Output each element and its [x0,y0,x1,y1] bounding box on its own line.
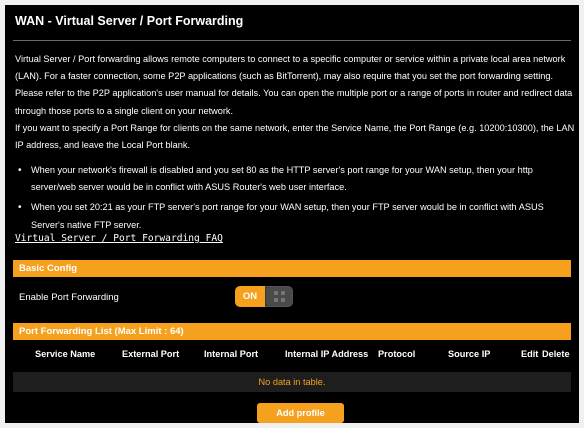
note-item: • When you set 20:21 as your FTP server'… [15,199,575,233]
table-header-row: Service Name External Port Internal Port… [13,346,571,364]
column-header-protocol: Protocol [378,349,416,359]
enable-port-forwarding-row: Enable Port Forwarding ON [13,281,571,315]
description-paragraph-2: If you want to specify a Port Range for … [15,122,575,151]
description-paragraph-1: Virtual Server / Port forwarding allows … [15,54,573,116]
enable-port-forwarding-label: Enable Port Forwarding [19,292,119,303]
column-header-source-ip: Source IP [448,349,491,359]
grip-icon [273,291,285,302]
title-divider [13,40,571,41]
note-item: • When your network's firewall is disabl… [15,162,575,196]
port-forwarding-panel: WAN - Virtual Server / Port Forwarding V… [5,5,579,423]
toggle-on-label: ON [235,286,265,307]
basic-config-header: Basic Config [13,260,571,277]
bullet-icon: • [18,202,22,214]
column-header-service-name: Service Name [35,349,96,359]
add-profile-button[interactable]: Add profile [257,403,344,423]
faq-link[interactable]: Virtual Server / Port Forwarding FAQ [15,233,223,244]
bullet-icon: • [18,165,22,176]
column-header-internal-port: Internal Port [204,349,259,359]
note-text: When your network's firewall is disabled… [31,165,533,193]
empty-table-message: No data in table. [13,372,571,392]
column-header-delete: Delete [542,349,570,359]
description: Virtual Server / Port forwarding allows … [15,51,575,154]
notes-list: • When your network's firewall is disabl… [15,162,575,237]
enable-port-forwarding-toggle[interactable]: ON [235,286,293,307]
toggle-knob [266,287,292,306]
port-forwarding-list-header: Port Forwarding List (Max Limit : 64) [13,323,571,340]
column-header-edit: Edit [521,349,539,359]
note-text: When you set 20:21 as your FTP server's … [31,202,544,230]
column-header-internal-ip: Internal IP Address [285,349,369,359]
page-title: WAN - Virtual Server / Port Forwarding [15,14,244,28]
column-header-external-port: External Port [122,349,180,359]
